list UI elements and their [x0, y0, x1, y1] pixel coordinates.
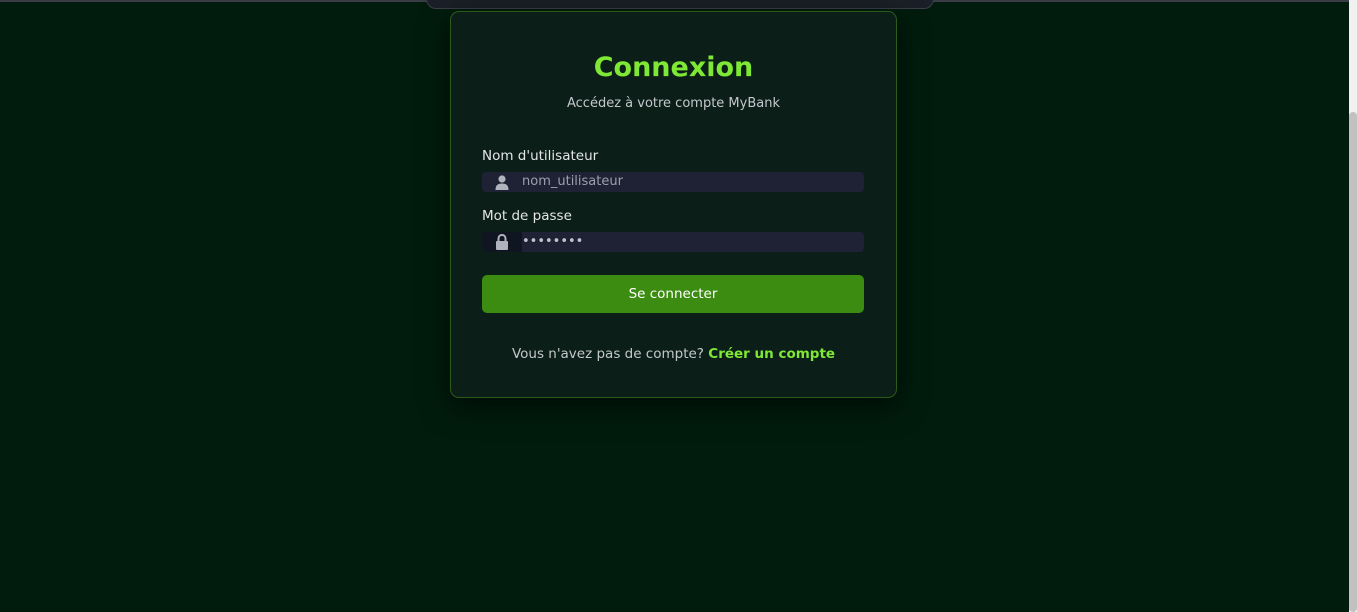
register-link[interactable]: Créer un compte [708, 346, 835, 362]
register-prompt: Vous n'avez pas de compte? Créer un comp… [451, 346, 896, 362]
top-panel [426, 0, 934, 9]
username-label: Nom d'utilisateur [482, 148, 599, 164]
scrollbar-thumb[interactable] [1349, 112, 1357, 612]
login-card: Connexion Accédez à votre compte MyBank … [450, 11, 897, 398]
password-input[interactable]: •••••••• [522, 232, 857, 252]
username-input[interactable] [522, 172, 857, 192]
username-field[interactable] [482, 172, 864, 192]
user-icon [482, 172, 522, 192]
page-title: Connexion [593, 52, 754, 83]
login-button[interactable]: Se connecter [482, 275, 864, 313]
register-prompt-text: Vous n'avez pas de compte? [511, 346, 704, 362]
lock-icon [482, 232, 522, 252]
page-subtitle: Accédez à votre compte MyBank [566, 96, 780, 111]
password-field[interactable]: •••••••• [482, 232, 864, 252]
scrollbar-track[interactable] [1349, 0, 1357, 612]
password-label: Mot de passe [482, 208, 572, 224]
